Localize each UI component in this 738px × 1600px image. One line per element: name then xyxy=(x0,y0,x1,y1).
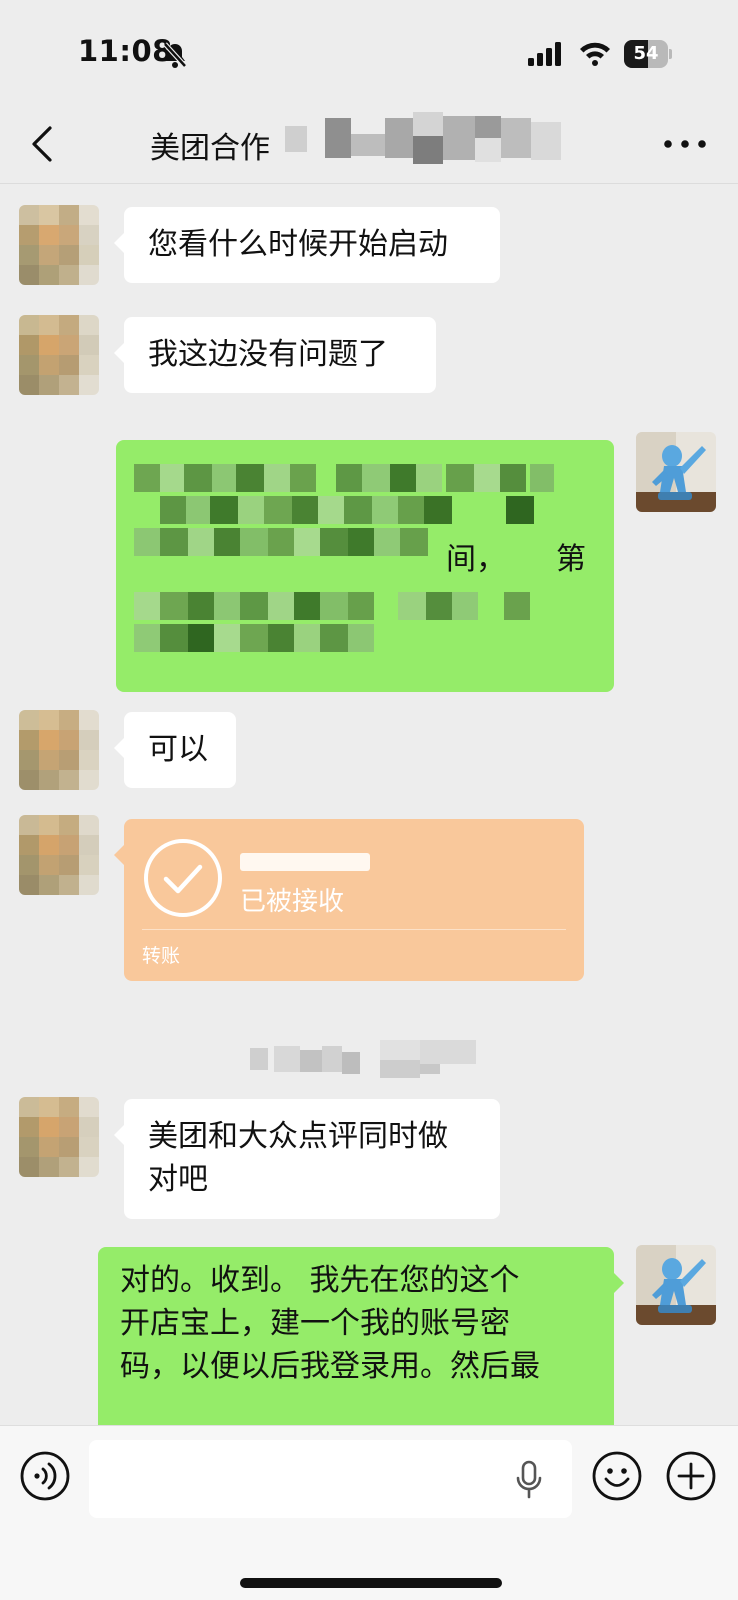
contact-avatar[interactable] xyxy=(19,1097,99,1177)
message-item: 对的。收到。 我先在您的这个 开店宝上，建一个我的账号密 码，以便以后我登录用。… xyxy=(0,1245,738,1425)
message-bubble[interactable]: 您看什么时候开始启动 xyxy=(114,207,500,283)
more-button[interactable] xyxy=(660,122,710,166)
message-text-line: 开店宝上，建一个我的账号密 xyxy=(120,1306,510,1341)
message-text: 可以 xyxy=(148,732,208,767)
emoji-icon xyxy=(592,1451,642,1501)
message-list[interactable]: 您看什么时候开始启动 我这边没有问题了 间， 第 可以 已被接收 转账 美团和大… xyxy=(0,185,738,1425)
emoji-button[interactable] xyxy=(591,1450,643,1506)
chat-title: 美团合作 xyxy=(150,131,270,166)
message-item: 您看什么时候开始启动 xyxy=(0,205,738,295)
user-avatar[interactable] xyxy=(636,432,716,512)
message-bubble[interactable]: 可以 xyxy=(114,712,236,788)
redacted-text-mosaic xyxy=(134,464,554,652)
redacted-title-mosaic xyxy=(285,112,561,164)
plus-icon xyxy=(666,1451,716,1501)
input-bar xyxy=(0,1425,738,1600)
more-dots-icon xyxy=(664,140,706,148)
bell-slash-icon xyxy=(163,42,187,68)
home-indicator xyxy=(240,1578,502,1588)
redacted-amount xyxy=(240,853,370,871)
divider xyxy=(142,929,566,930)
contact-avatar[interactable] xyxy=(19,710,99,790)
user-avatar[interactable] xyxy=(636,1245,716,1325)
status-bar: 11:08 54 xyxy=(0,0,738,104)
message-bubble[interactable]: 我这边没有问题了 xyxy=(114,317,436,393)
chevron-left-icon xyxy=(32,126,52,162)
battery-icon: 54 xyxy=(624,40,672,68)
message-item: 美团和大众点评同时做 对吧 xyxy=(0,1097,738,1227)
mic-icon[interactable] xyxy=(514,1460,544,1504)
message-text-line: 对的。收到。 我先在您的这个 xyxy=(120,1263,520,1298)
message-item: 已被接收 转账 xyxy=(0,815,738,985)
battery-level: 54 xyxy=(633,43,659,64)
transfer-card[interactable]: 已被接收 转账 xyxy=(114,819,584,981)
message-bubble[interactable]: 对的。收到。 我先在您的这个 开店宝上，建一个我的账号密 码，以便以后我登录用。… xyxy=(98,1247,624,1425)
message-text: 我这边没有问题了 xyxy=(148,337,388,372)
contact-avatar[interactable] xyxy=(19,815,99,895)
message-input[interactable] xyxy=(89,1440,572,1518)
message-item: 间， 第 xyxy=(0,432,738,692)
redacted-timestamp xyxy=(250,1040,476,1078)
back-button[interactable] xyxy=(24,118,68,170)
voice-toggle-button[interactable] xyxy=(19,1450,71,1506)
message-bubble[interactable]: 美团和大众点评同时做 对吧 xyxy=(114,1099,500,1219)
checkmark-circle-icon xyxy=(144,839,222,917)
message-item: 我这边没有问题了 xyxy=(0,315,738,405)
message-text-line: 美团和大众点评同时做 xyxy=(148,1119,448,1154)
wifi-icon xyxy=(580,42,610,66)
contact-avatar[interactable] xyxy=(19,315,99,395)
transfer-label: 转账 xyxy=(142,945,181,967)
status-time: 11:08 xyxy=(78,34,173,68)
voice-icon xyxy=(20,1451,70,1501)
chat-header: 美团合作 xyxy=(0,104,738,184)
contact-avatar[interactable] xyxy=(19,205,99,285)
message-item: 可以 xyxy=(0,710,738,800)
message-text-line: 对吧 xyxy=(148,1162,208,1197)
message-text: 您看什么时候开始启动 xyxy=(148,227,448,262)
transfer-status: 已被接收 xyxy=(240,887,345,917)
more-functions-button[interactable] xyxy=(665,1450,717,1506)
signal-icon xyxy=(528,42,561,66)
message-bubble-redacted[interactable]: 间， 第 xyxy=(116,440,614,692)
message-text-line: 码，以便以后我登录用。然后最 xyxy=(120,1349,540,1384)
